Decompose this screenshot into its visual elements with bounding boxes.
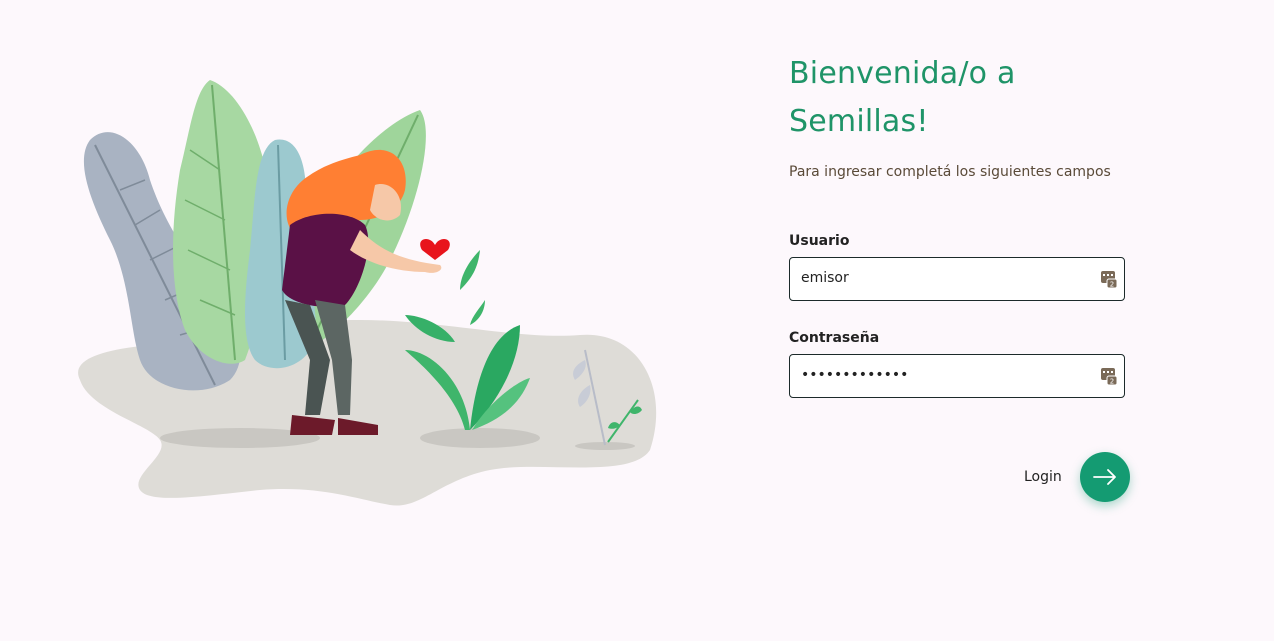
login-label[interactable]: Login (1024, 469, 1062, 485)
password-input-wrapper: 2 (789, 354, 1125, 398)
login-button[interactable] (1079, 452, 1130, 502)
hero-illustration (60, 60, 670, 520)
password-label: Contraseña (789, 330, 880, 346)
login-row: Login (1024, 452, 1130, 502)
password-input[interactable] (790, 355, 1091, 395)
subtitle: Para ingresar completá los siguientes ca… (789, 164, 1111, 180)
title-line-2: Semillas! (789, 104, 929, 139)
arrow-right-icon (1092, 469, 1116, 485)
login-form: Bienvenida/o a Semillas! Para ingresar c… (789, 50, 1130, 502)
password-manager-icon[interactable]: 2 (1101, 367, 1117, 385)
svg-text:2: 2 (1110, 281, 1114, 289)
usuario-input[interactable] (790, 258, 1091, 298)
usuario-label: Usuario (789, 233, 850, 249)
usuario-input-wrapper: 2 (789, 257, 1125, 301)
woman-with-plants-illustration (78, 80, 657, 506)
svg-text:2: 2 (1110, 378, 1114, 386)
usuario-field-group: Usuario 2 (789, 233, 1129, 301)
page-title: Bienvenida/o a Semillas! (789, 50, 1129, 146)
login-page: Bienvenida/o a Semillas! Para ingresar c… (0, 0, 1274, 641)
title-line-1: Bienvenida/o a (789, 56, 1016, 91)
password-field-group: Contraseña 2 (789, 330, 1129, 398)
password-manager-icon[interactable]: 2 (1101, 270, 1117, 288)
